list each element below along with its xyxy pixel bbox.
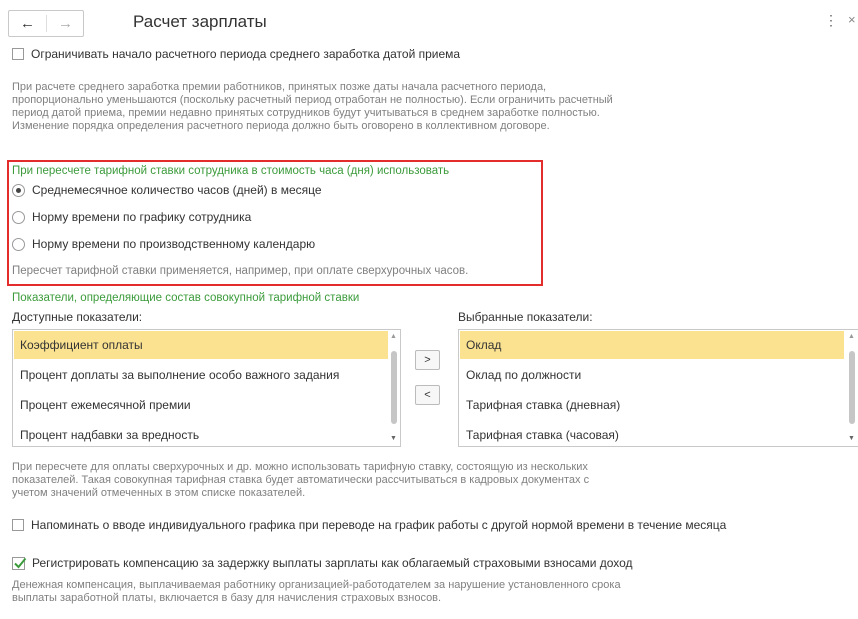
radio-label: Норму времени по графику сотрудника (32, 210, 252, 224)
available-indicators-list[interactable]: Коэффициент оплаты Процент доплаты за вы… (12, 329, 401, 447)
radio-label: Среднемесячное количество часов (дней) в… (32, 183, 322, 197)
scroll-up-icon[interactable]: ▲ (848, 333, 855, 340)
selected-label: Выбранные показатели: (458, 310, 593, 324)
scrollbar[interactable]: ▲ ▼ (389, 331, 399, 445)
radio-option-production-calendar[interactable]: Норму времени по производственному кален… (12, 237, 315, 251)
limit-period-note: При расчете среднего заработка премии ра… (12, 81, 613, 132)
add-indicator-button[interactable]: > (415, 350, 440, 370)
radio-option-employee-schedule[interactable]: Норму времени по графику сотрудника (12, 210, 251, 224)
radio-button[interactable] (12, 210, 25, 224)
limit-period-option[interactable]: Ограничивать начало расчетного периода с… (12, 47, 460, 61)
list-item[interactable]: Процент надбавки за вредность (14, 421, 388, 446)
individual-schedule-option[interactable]: Напоминать о вводе индивидуального графи… (12, 518, 726, 532)
compensation-note: Денежная компенсация, выплачиваемая рабо… (12, 579, 621, 604)
recalc-heading: При пересчете тарифной ставки сотрудника… (12, 165, 450, 177)
indicators-heading: Показатели, определяющие состав совокупн… (12, 292, 360, 304)
compensation-label: Регистрировать компенсацию за задержку в… (32, 556, 633, 570)
close-icon[interactable]: × (848, 12, 856, 27)
scroll-up-icon[interactable]: ▲ (390, 333, 397, 340)
arrow-right-icon: → (58, 15, 73, 32)
limit-period-label: Ограничивать начало расчетного периода с… (31, 47, 461, 61)
navigation-buttons: ← → (8, 10, 84, 37)
arrow-left-icon: ← (20, 15, 35, 32)
limit-period-checkbox[interactable] (12, 48, 24, 60)
back-button[interactable]: ← (9, 11, 46, 36)
list-item[interactable]: Тарифная ставка (дневная) (460, 391, 844, 419)
radio-button-selected[interactable] (12, 183, 25, 197)
indicators-note: При пересчете для оплаты сверхурочных и … (12, 461, 590, 499)
scroll-down-icon[interactable]: ▼ (848, 435, 855, 442)
page-title: Расчет зарплаты (133, 12, 267, 31)
radio-label: Норму времени по производственному кален… (32, 237, 316, 251)
checkmark-icon (14, 557, 27, 568)
list-item[interactable]: Коэффициент оплаты (14, 331, 388, 359)
list-item[interactable]: Оклад (460, 331, 844, 359)
selected-indicators-list[interactable]: Оклад Оклад по должности Тарифная ставка… (458, 329, 858, 447)
individual-schedule-label: Напоминать о вводе индивидуального графи… (31, 518, 727, 532)
scrollbar-thumb[interactable] (849, 351, 855, 424)
list-item[interactable]: Процент доплаты за выполнение особо важн… (14, 361, 388, 389)
compensation-option[interactable]: Регистрировать компенсацию за задержку в… (12, 556, 633, 570)
list-item[interactable]: Процент ежемесячной премии (14, 391, 388, 419)
individual-schedule-checkbox[interactable] (12, 519, 24, 531)
forward-button[interactable]: → (47, 11, 84, 36)
list-item[interactable]: Тарифная ставка (часовая) (460, 421, 844, 446)
recalc-note: Пересчет тарифной ставки применяется, на… (12, 265, 469, 277)
radio-option-average-hours[interactable]: Среднемесячное количество часов (дней) в… (12, 183, 322, 197)
more-actions-icon[interactable]: ⋮ (824, 12, 838, 29)
available-label: Доступные показатели: (12, 310, 143, 324)
scrollbar[interactable]: ▲ ▼ (847, 331, 857, 445)
compensation-checkbox[interactable] (12, 556, 27, 570)
scroll-down-icon[interactable]: ▼ (390, 435, 397, 442)
list-item[interactable]: Оклад по должности (460, 361, 844, 389)
scrollbar-thumb[interactable] (391, 351, 397, 424)
radio-button[interactable] (12, 237, 25, 251)
remove-indicator-button[interactable]: < (415, 385, 440, 405)
